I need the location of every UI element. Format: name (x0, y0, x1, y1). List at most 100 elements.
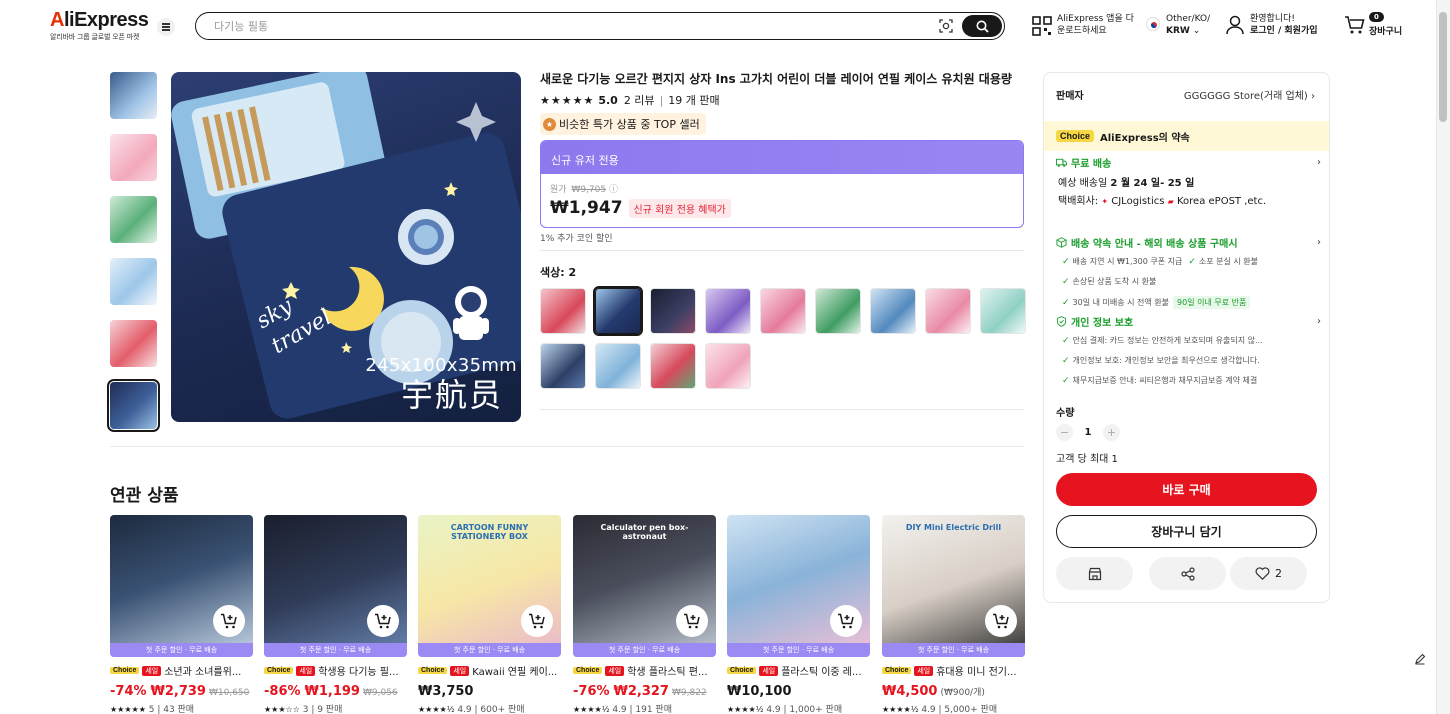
price-row: ₩4,500 (₩900/개) (882, 684, 1025, 699)
share-icon (1180, 566, 1195, 581)
share-button[interactable] (1149, 557, 1226, 590)
language-currency-selector[interactable]: Other/KO/ KRW ⌄ (1166, 13, 1210, 37)
korea-flag-icon[interactable] (1146, 17, 1160, 31)
user-icon[interactable] (1226, 15, 1244, 35)
rating-sales-text: 5 | 43 판매 (148, 705, 195, 714)
choice-badge: Choice (1056, 130, 1095, 142)
choice-badge: Choice (727, 667, 757, 674)
color-swatch[interactable] (705, 288, 751, 334)
image-text: DIY Mini Electric Drill (905, 523, 1002, 532)
wishlist-count: 2 (1275, 567, 1282, 580)
color-swatch[interactable] (650, 343, 696, 389)
thumbnail[interactable] (110, 320, 157, 367)
color-swatch[interactable] (540, 343, 586, 389)
related-product-card[interactable]: 첫 주문 할인 · 무료 배송 Choice 세일 학생용 다기능 필... -86% ₩… (264, 515, 407, 714)
download-app-link[interactable]: AliExpress 앱을 다 운로드하세요 (1057, 13, 1134, 37)
related-product-card[interactable]: Calculator pen box-astronaut 첫 주문 할인 · 무료… (573, 515, 716, 714)
shipping-section[interactable]: 무료 배송 › 예상 배송일 2 월 24 일- 25 일 택배회사: ✦ CJ… (1056, 155, 1321, 209)
original-price: ₩10,650 (208, 688, 250, 698)
add-to-cart-icon[interactable] (213, 605, 245, 637)
choice-badge: Choice (418, 667, 448, 674)
product-name-row[interactable]: Choice 세일 학생용 다기능 필... (264, 663, 407, 678)
quantity-stepper: − 1 + (1056, 424, 1120, 441)
promo-strip: 첫 주문 할인 · 무료 배송 (882, 643, 1025, 657)
cart-label[interactable]: 장바구니 (1369, 24, 1402, 37)
thumbnail[interactable] (110, 196, 157, 243)
check-icon: ✓ (1062, 256, 1070, 267)
thumbnail[interactable] (110, 258, 157, 305)
search-input[interactable] (214, 17, 814, 35)
color-swatch[interactable] (925, 288, 971, 334)
product-name-row[interactable]: Choice 세일 소년과 소녀를위... (110, 663, 253, 678)
add-to-cart-icon[interactable] (830, 605, 862, 637)
thumbnail[interactable] (110, 134, 157, 181)
color-swatch[interactable] (980, 288, 1026, 334)
main-product-image[interactable]: sky travel 245x100x35mm 宇航员 (171, 72, 521, 422)
product-image[interactable]: 첫 주문 할인 · 무료 배송 (110, 515, 253, 657)
color-swatch[interactable] (760, 288, 806, 334)
rating-stars: ★★★★★ (110, 705, 146, 714)
color-swatch[interactable] (650, 288, 696, 334)
related-product-card[interactable]: 첫 주문 할인 · 무료 배송 Choice 세일 소년과 소녀를위... -74% ₩2… (110, 515, 253, 714)
color-label: 색상: 2 (540, 266, 577, 279)
related-product-card[interactable]: CARTOON FUNNY STATIONERY BOX 첫 주문 할인 · 무료… (418, 515, 561, 714)
rating-sales-row: ★★★★★ 5 | 43 판매 (110, 702, 253, 714)
buy-now-button[interactable]: 바로 구매 (1056, 473, 1317, 506)
shield-icon (1056, 316, 1067, 327)
color-swatch[interactable] (540, 288, 586, 334)
increase-button[interactable]: + (1103, 424, 1120, 441)
add-to-cart-icon[interactable] (676, 605, 708, 637)
product-name-row[interactable]: Choice 세일 플라스틱 이중 레... (727, 663, 870, 678)
info-icon[interactable]: ⓘ (609, 185, 618, 195)
rating-stars: ★★★★★ (540, 93, 595, 107)
color-swatch-selected[interactable] (593, 286, 643, 336)
review-count[interactable]: 2 리뷰 (624, 92, 655, 108)
related-product-card[interactable]: 첫 주문 할인 · 무료 배송 Choice 세일 플라스틱 이중 레... ₩10,1… (727, 515, 870, 714)
logo-subtitle: 알리바바 그룹 글로벌 오픈 마켓 (50, 33, 140, 41)
related-product-card[interactable]: DIY Mini Electric Drill 첫 주문 할인 · 무료 배송 Ch… (882, 515, 1025, 714)
sale-badge: 세일 (296, 665, 316, 676)
original-price: ₩9,056 (362, 688, 398, 698)
discount-percent: -76% (573, 684, 610, 699)
cart-icon[interactable] (1344, 15, 1366, 35)
store-button[interactable] (1056, 557, 1133, 590)
color-swatch[interactable] (815, 288, 861, 334)
scrollbar-thumb[interactable] (1439, 12, 1447, 122)
product-name-row[interactable]: Choice 세일 휴대용 미니 전기... (882, 663, 1025, 678)
feedback-edit-button[interactable] (1408, 647, 1432, 671)
quantity-value[interactable]: 1 (1073, 427, 1103, 438)
unit-price: (₩900/개) (940, 688, 985, 698)
aliexpress-logo[interactable]: AliExpress 알리바바 그룹 글로벌 오픈 마켓 (50, 10, 149, 42)
seller-store-link[interactable]: GGGGGG Store(거래 업체) › (1184, 87, 1315, 102)
product-image[interactable]: Calculator pen box-astronaut 첫 주문 할인 · 무료… (573, 515, 716, 657)
delivery-guarantee-section[interactable]: 배송 약속 안내 - 해외 배송 상품 구매시 › ✓ 배송 지연 시 ₩1,30… (1056, 235, 1321, 309)
privacy-section[interactable]: 개인 정보 보호 › ✓ 안심 결제: 카드 정보는 안전하게 보호되며 유출되지… (1056, 314, 1321, 386)
search-button[interactable] (962, 15, 1002, 37)
product-name-row[interactable]: Choice 세일 학생 플라스틱 편... (573, 663, 716, 678)
product-image[interactable]: 첫 주문 할인 · 무료 배송 (264, 515, 407, 657)
add-to-cart-icon[interactable] (985, 605, 1017, 637)
product-name-row[interactable]: Choice 세일 Kawaii 연필 케이... (418, 663, 561, 678)
astronaut-label: 宇航员 (400, 376, 503, 414)
color-swatch[interactable] (870, 288, 916, 334)
login-signup-link[interactable]: 환영합니다! 로그인 / 회원가입 (1250, 13, 1318, 37)
color-swatch[interactable] (705, 343, 751, 389)
image-search-icon[interactable] (938, 18, 954, 34)
top-seller-badge[interactable]: ★ 비슷한 특가 상품 중 TOP 셀러 (540, 113, 706, 135)
add-to-cart-button[interactable]: 장바구니 담기 (1056, 515, 1317, 548)
menu-icon[interactable] (157, 18, 175, 36)
color-swatch[interactable] (595, 343, 641, 389)
page-scrollbar[interactable] (1436, 0, 1450, 714)
thumbnail[interactable] (110, 72, 157, 119)
add-to-cart-icon[interactable] (367, 605, 399, 637)
decrease-button[interactable]: − (1056, 424, 1073, 441)
product-image[interactable]: DIY Mini Electric Drill 첫 주문 할인 · 무료 배송 (882, 515, 1025, 657)
product-image[interactable]: 첫 주문 할인 · 무료 배송 (727, 515, 870, 657)
wishlist-button[interactable]: 2 (1230, 557, 1307, 590)
product-name: Kawaii 연필 케이... (472, 667, 558, 678)
thumbnail-selected[interactable] (107, 379, 160, 432)
sale-badge: 세일 (759, 665, 779, 676)
product-image[interactable]: CARTOON FUNNY STATIONERY BOX 첫 주문 할인 · 무료… (418, 515, 561, 657)
add-to-cart-icon[interactable] (521, 605, 553, 637)
qr-code-icon[interactable] (1032, 16, 1052, 36)
